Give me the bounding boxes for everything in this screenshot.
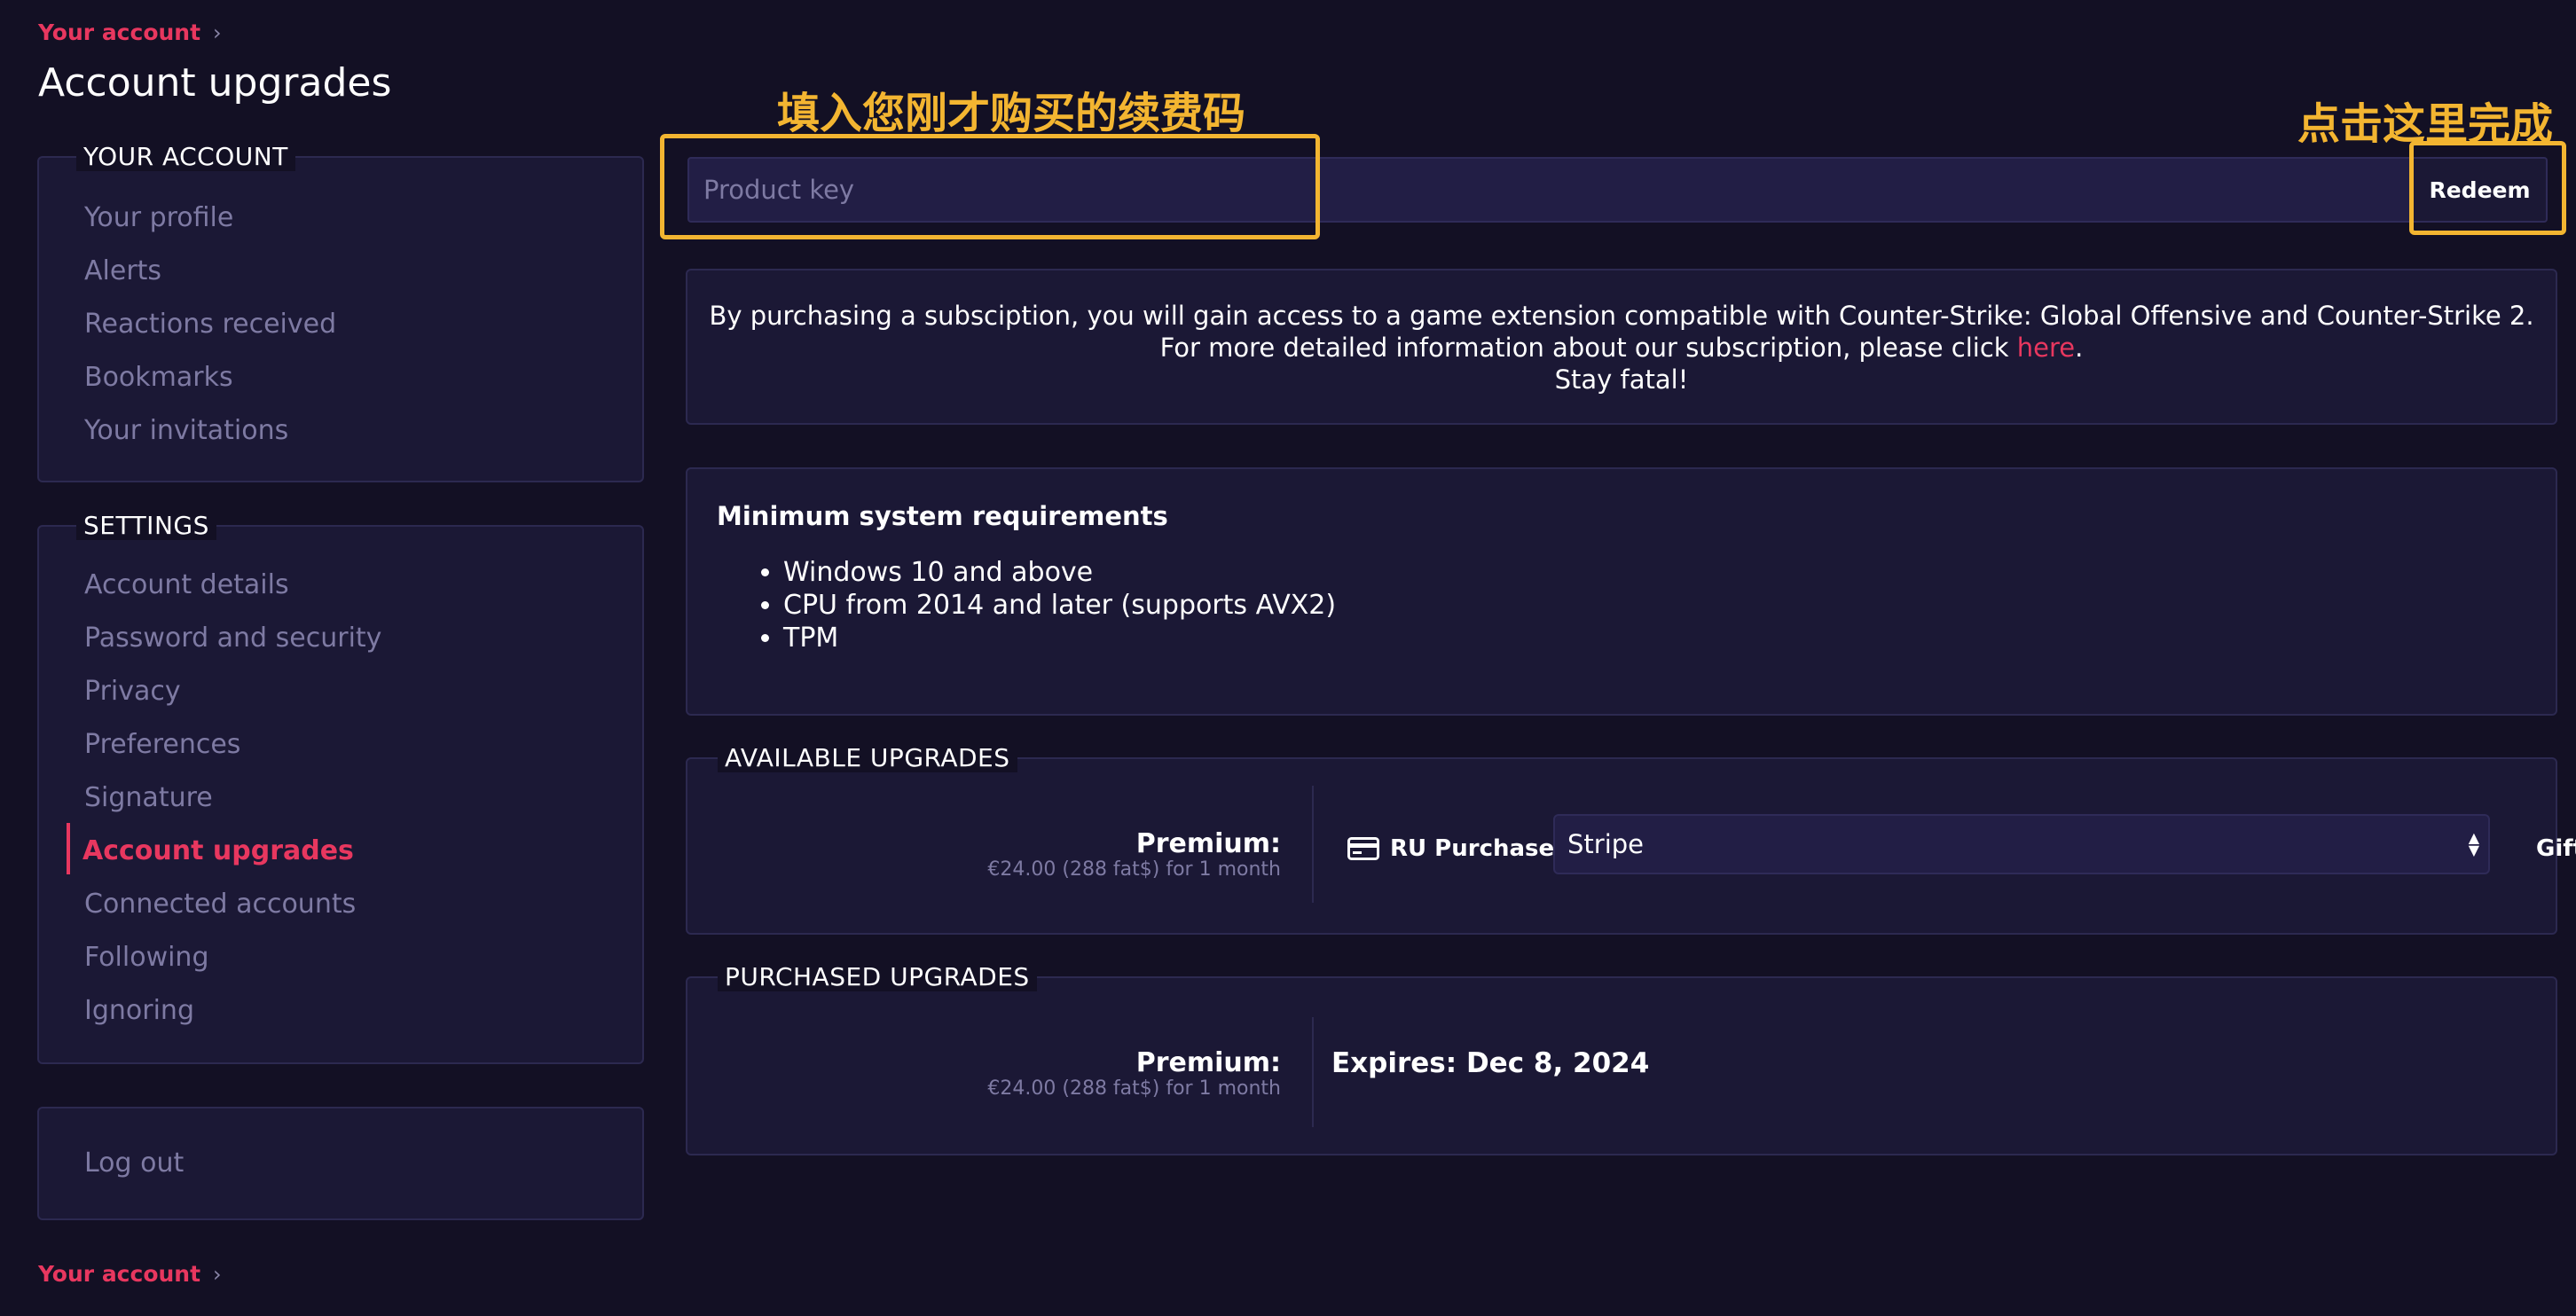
list-item: TPM: [783, 622, 1336, 654]
sidebar-item-preferences[interactable]: Preferences: [84, 729, 240, 760]
info-line-3: Stay fatal!: [1554, 364, 1689, 395]
sidebar-item-signature[interactable]: Signature: [84, 782, 213, 813]
sidebar-item-account-upgrades[interactable]: Account upgrades: [82, 835, 354, 866]
ru-purchase-button[interactable]: RU Purchase: [1390, 835, 1554, 862]
sidebar-item-your-profile[interactable]: Your profile: [84, 202, 233, 233]
list-item: Windows 10 and above: [783, 556, 1336, 589]
sidebar-item-privacy[interactable]: Privacy: [84, 676, 181, 707]
sidebar-item-alerts[interactable]: Alerts: [84, 255, 161, 286]
payment-method-select[interactable]: Stripe ▲ ▼: [1553, 814, 2490, 874]
divider: [1312, 1017, 1314, 1127]
available-upgrades-title: AVAILABLE UPGRADES: [718, 743, 1017, 772]
purchased-upgrades-panel: PURCHASED UPGRADES Premium: €24.00 (288 …: [686, 962, 2557, 1155]
payment-method-value: Stripe: [1567, 829, 1645, 859]
sidebar-account-panel: YOUR ACCOUNT Your profile Alerts Reactio…: [37, 142, 644, 482]
sidebar-item-account-details[interactable]: Account details: [84, 569, 289, 600]
purchased-upgrades-title: PURCHASED UPGRADES: [718, 962, 1037, 991]
annotation-box-button: [2409, 141, 2566, 235]
info-here-link[interactable]: here: [2017, 333, 2075, 363]
info-line-2-text: For more detailed information about our …: [1159, 333, 2017, 363]
annotation-box-input: [660, 134, 1320, 239]
sidebar-item-connected-accounts[interactable]: Connected accounts: [84, 889, 356, 920]
sidebar-item-password-security[interactable]: Password and security: [84, 623, 381, 654]
logout-link[interactable]: Log out: [84, 1148, 184, 1179]
requirements-panel: Minimum system requirements Windows 10 a…: [686, 467, 2557, 716]
available-upgrades-panel: AVAILABLE UPGRADES Premium: €24.00 (288 …: [686, 743, 2576, 935]
annotation-input-hint: 填入您刚才购买的续费码: [777, 89, 1246, 138]
page-title: Account upgrades: [38, 60, 392, 106]
expiry-date: Expires: Dec 8, 2024: [1331, 1047, 1650, 1079]
upgrade-price: €24.00 (288 fat$) for 1 month: [987, 858, 1281, 881]
sidebar-item-ignoring[interactable]: Ignoring: [84, 995, 194, 1026]
credit-card-icon: [1347, 837, 1379, 860]
sidebar-item-your-invitations[interactable]: Your invitations: [84, 415, 288, 446]
requirements-title: Minimum system requirements: [717, 501, 1168, 531]
info-line-1: By purchasing a subsciption, you will ga…: [709, 301, 2534, 331]
info-line-2: For more detailed information about our …: [687, 333, 2556, 363]
breadcrumb: Your account ›: [38, 20, 222, 45]
requirements-list: Windows 10 and above CPU from 2014 and l…: [714, 556, 1336, 654]
sidebar-item-bookmarks[interactable]: Bookmarks: [84, 362, 233, 393]
active-indicator: [67, 823, 70, 874]
sidebar-settings-panel: SETTINGS Account details Password and se…: [37, 511, 644, 1064]
chevron-right-icon: ›: [213, 20, 222, 45]
upgrade-price: €24.00 (288 fat$) for 1 month: [987, 1077, 1281, 1100]
upgrade-name: Premium:: [1135, 828, 1281, 859]
breadcrumb-link[interactable]: Your account: [38, 1261, 200, 1287]
logout-panel: Log out: [37, 1107, 644, 1220]
divider: [1312, 786, 1314, 903]
select-arrows-icon: ▲ ▼: [2468, 829, 2479, 858]
breadcrumb-bottom: Your account ›: [38, 1261, 222, 1287]
breadcrumb-link[interactable]: Your account: [38, 20, 200, 45]
subscription-info-panel: By purchasing a subsciption, you will ga…: [686, 269, 2557, 425]
sidebar-item-following[interactable]: Following: [84, 942, 209, 973]
list-item: CPU from 2014 and later (supports AVX2): [783, 589, 1336, 622]
annotation-button-hint: 点击这里完成: [2297, 99, 2554, 149]
sidebar-section-title: YOUR ACCOUNT: [76, 142, 295, 171]
sidebar-section-title: SETTINGS: [76, 511, 216, 540]
info-line-2-period: .: [2075, 333, 2084, 363]
gift-button[interactable]: Gift: [2536, 835, 2576, 862]
chevron-right-icon: ›: [213, 1261, 222, 1287]
upgrade-name: Premium:: [1135, 1047, 1281, 1078]
sidebar-item-reactions-received[interactable]: Reactions received: [84, 309, 336, 340]
